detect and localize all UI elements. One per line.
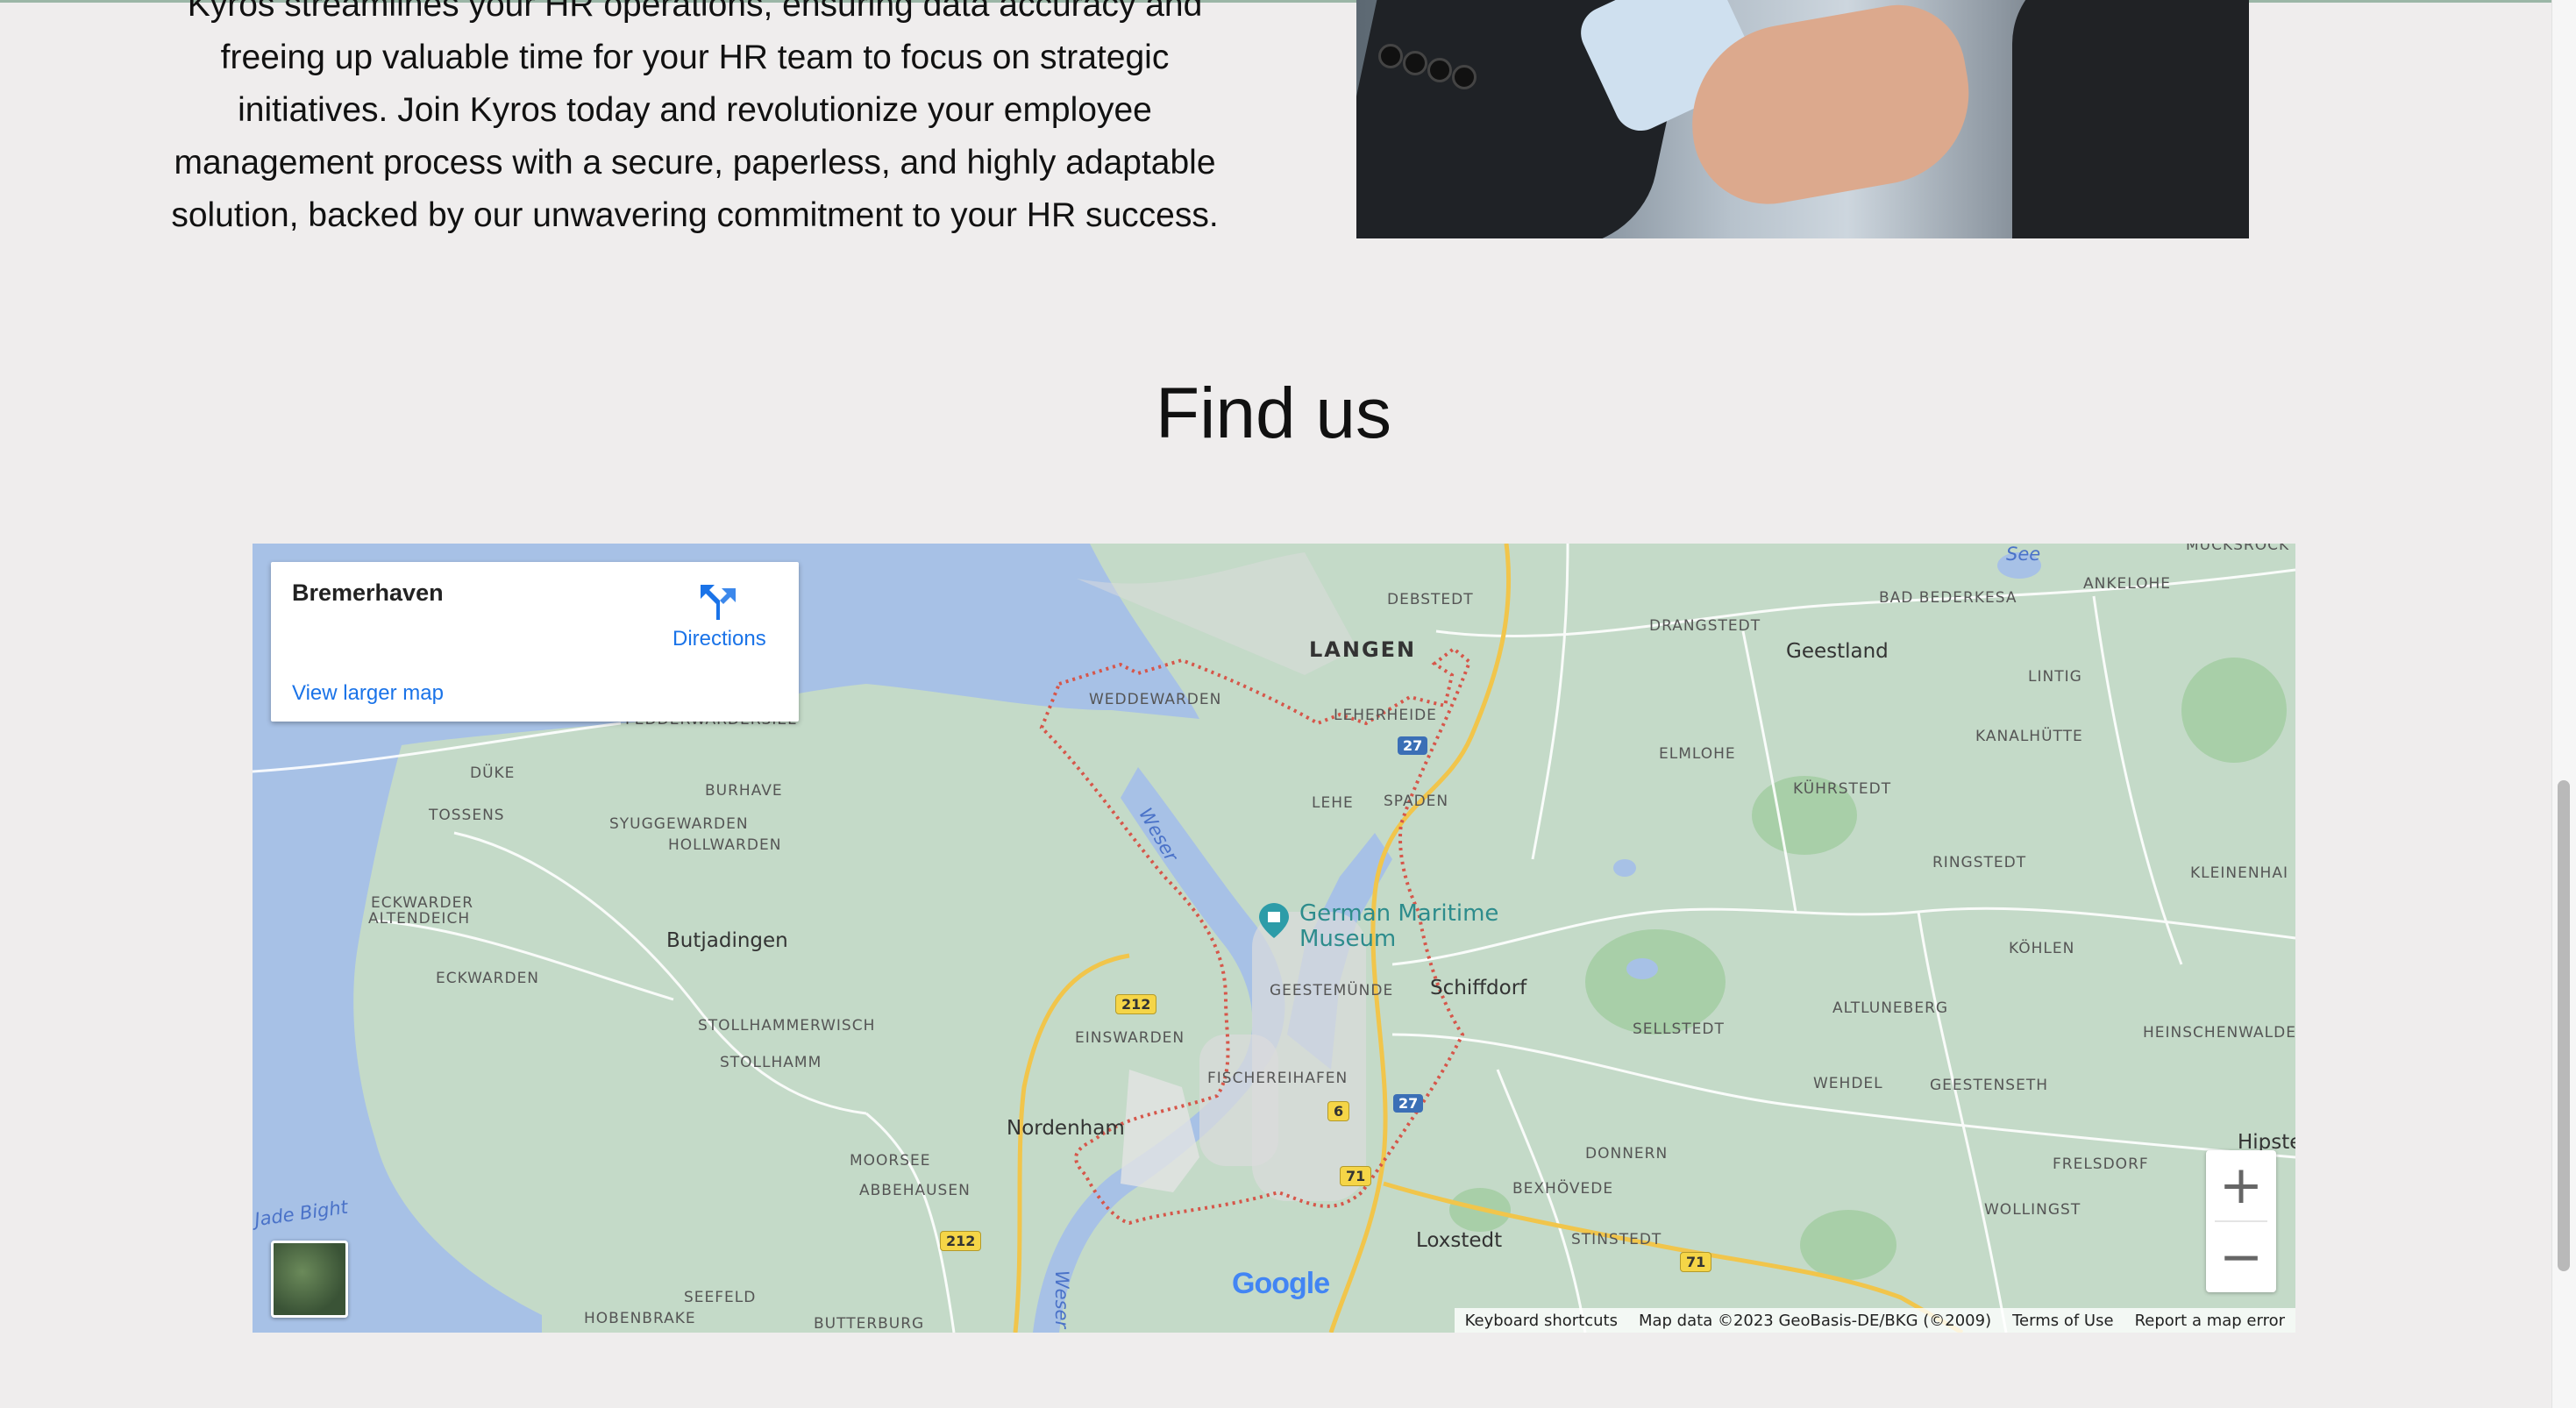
map-label-langen: LANGEN <box>1309 637 1417 662</box>
map-label-elmlohe: ELMLOHE <box>1659 745 1736 763</box>
map-label-altluneberg: ALTLUNEBERG <box>1832 999 1949 1017</box>
map-label-kuehrstedt: KÜHRSTEDT <box>1793 780 1892 798</box>
map-label-hobenbrake: HOBENBRAKE <box>584 1310 696 1327</box>
find-us-heading: Find us <box>1156 373 1391 453</box>
map-label-spaden: SPADEN <box>1384 793 1449 810</box>
cuff-button-icon <box>1427 58 1452 82</box>
map-label-syuggewarden: SYUGGEWARDEN <box>609 815 749 833</box>
map-label-eckwarder: ECKWARDER <box>371 894 474 912</box>
about-line: solution, backed by our unwavering commi… <box>171 196 1219 234</box>
map-label-mucksrock: MUCKSROCK <box>2186 544 2290 554</box>
map-label-lintig: LINTIG <box>2028 668 2082 686</box>
about-line: freeing up valuable time for your HR tea… <box>220 39 1170 76</box>
map-label-kleinenhain: KLEINENHAI <box>2190 864 2288 882</box>
zoom-in-button[interactable]: + <box>2206 1150 2276 1220</box>
map-label-altendeich: ALTENDEICH <box>368 910 471 928</box>
directions-icon[interactable] <box>697 581 739 623</box>
map-label-geestenseth: GEESTENSETH <box>1930 1077 2048 1094</box>
map-label-duke: DÜKE <box>470 764 516 782</box>
about-line: initiatives. Join Kyros today and revolu… <box>238 91 1152 129</box>
map-label-schiffdorf: Schiffdorf <box>1430 977 1527 999</box>
map-label-loxstedt: Loxstedt <box>1416 1229 1503 1252</box>
map-label-wollingst: WOLLINGST <box>1984 1201 2081 1219</box>
map-attribution-bar: Keyboard shortcuts Map data ©2023 GeoBas… <box>1454 1308 2295 1333</box>
cuff-button-icon <box>1403 51 1427 75</box>
report-map-error-link[interactable]: Report a map error <box>2124 1308 2295 1333</box>
terms-of-use-link[interactable]: Terms of Use <box>2002 1308 2124 1333</box>
map-label-donnern: DONNERN <box>1585 1145 1669 1163</box>
map-label-kanalhuette: KANALHÜTTE <box>1975 728 2083 745</box>
map-label-frelsdorf: FRELSDORF <box>2053 1156 2149 1173</box>
map-label-eckwarden: ECKWARDEN <box>436 970 540 987</box>
handshake-image <box>1356 0 2249 238</box>
zoom-controls: + − <box>2206 1150 2276 1292</box>
map-label-burhave: BURHAVE <box>705 782 783 800</box>
scrollbar-thumb[interactable] <box>2558 780 2570 1271</box>
about-paragraph: Kyros streamlines your HR operations, en… <box>132 0 1258 242</box>
road-shield-71: 71 <box>1340 1166 1372 1186</box>
map-label-wehdel: WEHDEL <box>1813 1075 1883 1092</box>
highway-shield-a27: 27 <box>1393 1094 1424 1113</box>
map-label-ankelohe: ANKELOHE <box>2083 575 2172 593</box>
highway-shield-a27: 27 <box>1398 736 1428 755</box>
map-label-abbehausen: ABBEHAUSEN <box>859 1182 971 1199</box>
map-label-leherheide: LEHERHEIDE <box>1334 707 1437 724</box>
road-shield-71: 71 <box>1680 1252 1712 1272</box>
map-label-heinschenwalde: HEINSCHENWALDE <box>2143 1024 2295 1042</box>
zoom-out-button[interactable]: − <box>2206 1222 2276 1292</box>
map-label-see: See <box>2006 544 2041 565</box>
map-label-butjadingen: Butjadingen <box>666 929 788 952</box>
directions-link[interactable]: Directions <box>672 627 766 651</box>
map-label-einswarden: EINSWARDEN <box>1075 1029 1185 1047</box>
map-label-ringstedt: RINGSTEDT <box>1932 854 2027 871</box>
map-label-drangstedt: DRANGSTEDT <box>1649 617 1761 635</box>
map-label-weser-south: Weser <box>1051 1269 1073 1329</box>
place-info-card: Bremerhaven Directions View larger map <box>271 562 799 722</box>
museum-pin-icon[interactable] <box>1259 903 1289 938</box>
google-logo: Google <box>1232 1267 1330 1300</box>
museum-label-line-2: Museum <box>1299 926 1397 952</box>
keyboard-shortcuts-link[interactable]: Keyboard shortcuts <box>1455 1308 1628 1333</box>
map-label-weddewarden: WEDDEWARDEN <box>1089 691 1222 708</box>
about-line: Kyros streamlines your HR operations, en… <box>187 0 1203 24</box>
map-label-museum[interactable]: German Maritime Museum <box>1299 901 1498 952</box>
map-label-butterburg: BUTTERBURG <box>814 1315 925 1333</box>
cuff-button-icon <box>1452 65 1477 89</box>
map-label-stollhammerwisch: STOLLHAMMERWISCH <box>698 1017 876 1035</box>
satellite-layer-toggle[interactable] <box>271 1241 348 1318</box>
map-label-tossens: TOSSENS <box>429 807 505 824</box>
map-label-koehlen: KÖHLEN <box>2009 940 2075 957</box>
map-label-stinstedt: STINSTEDT <box>1571 1231 1662 1248</box>
map-label-nordenham: Nordenham <box>1007 1117 1125 1140</box>
map-label-sellstedt: SELLSTEDT <box>1633 1020 1725 1038</box>
map-label-seefeld: SEEFELD <box>684 1289 757 1306</box>
map-label-lehe: LEHE <box>1312 794 1354 812</box>
map-label-moorsee: MOORSEE <box>850 1152 931 1170</box>
map-label-bad-bederkesa: BAD BEDERKESA <box>1879 589 2017 607</box>
road-shield-212: 212 <box>940 1231 982 1251</box>
map-label-geestemuende: GEESTEMÜNDE <box>1270 982 1394 999</box>
map-label-debstedt: DEBSTEDT <box>1387 591 1474 608</box>
road-shield-6: 6 <box>1327 1101 1350 1121</box>
view-larger-map-link[interactable]: View larger map <box>292 681 444 706</box>
road-shield-212: 212 <box>1115 994 1157 1014</box>
suit-sleeve <box>2012 0 2249 238</box>
embedded-map[interactable]: See MUCKSROCK ANKELOHE DEBSTEDT BAD BEDE… <box>253 544 2295 1333</box>
map-label-geestland: Geestland <box>1786 640 1889 663</box>
page-scrollbar[interactable] <box>2551 0 2576 1408</box>
map-data-text: Map data ©2023 GeoBasis-DE/BKG (©2009) <box>1638 1312 1992 1330</box>
map-label-hollwarden: HOLLWARDEN <box>668 836 782 854</box>
map-label-bexhoevede: BEXHÖVEDE <box>1512 1180 1614 1198</box>
cuff-button-icon <box>1378 44 1403 68</box>
map-label-fischereihafen: FISCHEREIHAFEN <box>1207 1070 1348 1087</box>
museum-label-line-1: German Maritime <box>1299 900 1499 927</box>
map-label-stollhamm: STOLLHAMM <box>720 1054 822 1071</box>
place-name: Bremerhaven <box>292 580 444 606</box>
about-line: management process with a secure, paperl… <box>174 144 1216 181</box>
